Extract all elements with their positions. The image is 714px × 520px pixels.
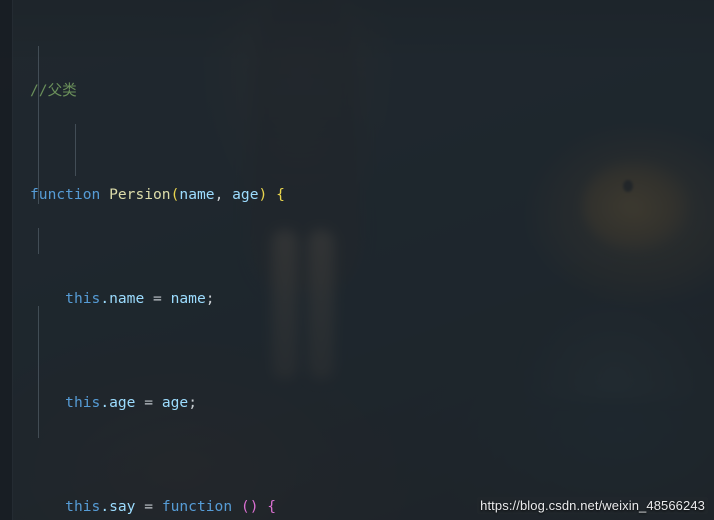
property-name: .name bbox=[100, 290, 145, 307]
semicolon: ; bbox=[188, 394, 197, 411]
comment-parent-class: //父类 bbox=[30, 82, 77, 99]
brace-open: { bbox=[267, 186, 285, 203]
csdn-watermark: https://blog.csdn.net/weixin_48566243 bbox=[477, 497, 708, 514]
assign-operator: = bbox=[135, 498, 162, 515]
semicolon: ; bbox=[205, 290, 215, 307]
code-content[interactable]: //父类 function Persion(name, age) { this.… bbox=[0, 0, 714, 520]
keyword-this: this bbox=[65, 290, 101, 307]
code-line-1[interactable]: //父类 bbox=[0, 78, 714, 104]
keyword-this: this bbox=[65, 394, 101, 411]
keyword-function: function bbox=[161, 498, 233, 515]
code-editor[interactable]: //父类 function Persion(name, age) { this.… bbox=[0, 0, 714, 520]
assign-operator: = bbox=[144, 290, 171, 307]
brace-open: { bbox=[258, 498, 277, 515]
code-line-2[interactable]: function Persion(name, age) { bbox=[0, 182, 714, 208]
parens-empty: () bbox=[232, 498, 259, 515]
property-say: .say bbox=[100, 498, 136, 515]
param-name: name bbox=[179, 186, 215, 203]
code-line-4[interactable]: this.age = age; bbox=[0, 390, 714, 416]
property-age: .age bbox=[100, 394, 136, 411]
keyword-function: function bbox=[30, 186, 101, 203]
value-age: age bbox=[161, 394, 189, 411]
paren-close: ) bbox=[258, 186, 268, 203]
function-name-persion: Persion bbox=[109, 186, 171, 203]
code-line-3[interactable]: this.name = name; bbox=[0, 286, 714, 312]
keyword-this: this bbox=[65, 498, 101, 515]
assign-operator: = bbox=[135, 394, 162, 411]
param-age: age bbox=[232, 186, 259, 203]
value-name: name bbox=[170, 290, 206, 307]
comma: , bbox=[214, 186, 233, 203]
